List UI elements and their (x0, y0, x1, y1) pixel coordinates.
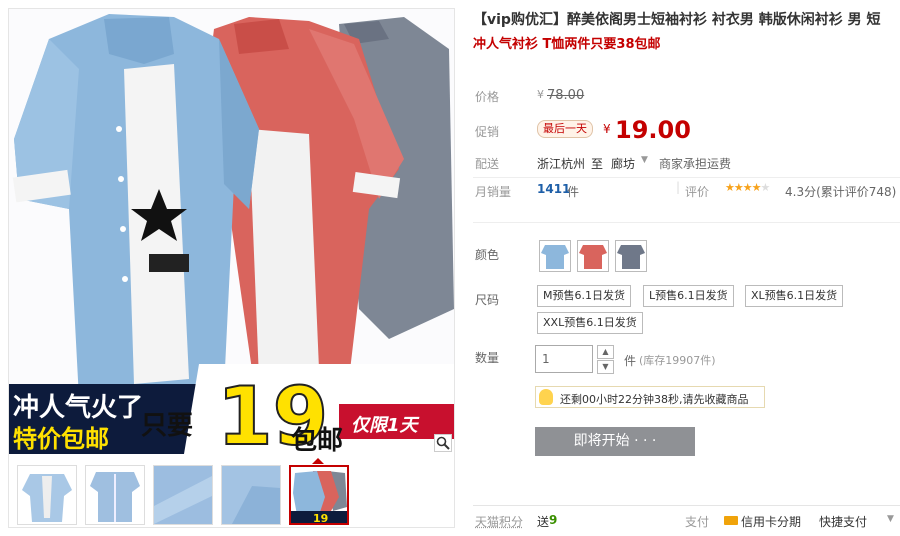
credit-card-icon (724, 516, 738, 525)
rating-text[interactable]: 4.3分(累计评价748) (785, 183, 896, 200)
points-value: 9 (549, 513, 558, 527)
sales-unit: 件 (567, 185, 580, 199)
color-option-blue[interactable] (539, 240, 571, 272)
lightbulb-icon (539, 389, 553, 405)
thumbnail-5[interactable]: 19 (289, 465, 349, 525)
thumbnail-3[interactable] (153, 465, 213, 525)
thumbnail-1[interactable] (17, 465, 77, 525)
banner-only: 只要 (141, 411, 193, 441)
buy-button[interactable]: 即将开始 · · · (535, 427, 695, 456)
shipping-from: 浙江杭州 (537, 157, 586, 171)
magnifier-icon[interactable] (434, 434, 452, 452)
chevron-down-icon[interactable]: ▼ (887, 514, 894, 524)
quantity-label: 数量 (475, 351, 500, 365)
banner-line2: 特价包邮 (13, 425, 109, 453)
original-price: 78.00 (547, 88, 585, 103)
shipping-to-word: 至 (591, 157, 604, 171)
points-prefix: 送 (537, 515, 550, 529)
points-label[interactable]: 天猫积分 (475, 513, 523, 530)
svg-text:19: 19 (313, 512, 328, 523)
banner-shipping: 包邮 (291, 425, 343, 454)
quantity-increase-button[interactable]: ▲ (597, 345, 614, 359)
stock-text: (库存19907件) (639, 354, 716, 367)
size-option-l[interactable]: L预售6.1日发货 (643, 285, 734, 307)
product-subtitle: 冲人气衬衫 T恤两件只要38包邮 (473, 37, 661, 52)
sales-label: 月销量 (475, 185, 512, 199)
banner-limited: 仅限1天 (351, 415, 420, 436)
countdown-text: 还剩00小时22分钟38秒,请先收藏商品 (560, 393, 749, 406)
credit-installment[interactable]: 信用卡分期 (741, 513, 801, 530)
size-option-xl[interactable]: XL预售6.1日发货 (745, 285, 844, 307)
shipping-destination[interactable]: 廊坊 (611, 155, 635, 172)
thumbnail-2[interactable] (85, 465, 145, 525)
product-info: 【vip购优汇】醉美依阁男士短袖衬衫 衬衣男 韩版休闲衬衫 男 短 冲人气衬衫 … (473, 8, 900, 529)
product-gallery: 冲人气火了 特价包邮 只要 19 包邮 仅限1天 19 (8, 8, 455, 528)
rating-label: 评价 (685, 185, 710, 199)
color-option-red[interactable] (577, 240, 609, 272)
shipping-label: 配送 (475, 157, 500, 171)
promo-label: 促销 (475, 125, 500, 139)
thumbnail-4[interactable] (221, 465, 281, 525)
quantity-decrease-button[interactable]: ▼ (597, 360, 614, 374)
footer-row: 天猫积分 送 9 支付 信用卡分期 快捷支付 ▼ (473, 505, 900, 529)
banner-line1: 冲人气火了 (13, 392, 143, 423)
sales-count: 1411 (537, 182, 571, 196)
separator: | (676, 180, 681, 194)
pay-label: 支付 (685, 515, 710, 529)
selected-thumb-indicator (312, 458, 324, 464)
quantity-unit: 件 (624, 354, 637, 368)
chevron-down-icon[interactable]: ▼ (641, 155, 648, 165)
rating-stars: ★★★★★ (725, 181, 770, 194)
price-label: 价格 (475, 90, 500, 104)
shipping-fee: 商家承担运费 (659, 157, 732, 171)
divider (473, 222, 900, 223)
product-title: 【vip购优汇】醉美依阁男士短袖衬衫 衬衣男 韩版休闲衬衫 男 短 (473, 12, 881, 28)
size-option-xxl[interactable]: XXL预售6.1日发货 (537, 312, 643, 334)
size-label: 尺码 (475, 293, 500, 307)
current-currency: ¥ (603, 122, 611, 136)
original-currency: ¥ (537, 88, 544, 101)
main-product-image[interactable]: 冲人气火了 特价包邮 只要 19 包邮 仅限1天 (9, 9, 454, 454)
quantity-input[interactable]: 1 (535, 345, 593, 373)
size-option-m[interactable]: M预售6.1日发货 (537, 285, 631, 307)
express-pay[interactable]: 快捷支付 (819, 513, 867, 530)
product-photo: 冲人气火了 特价包邮 只要 19 包邮 仅限1天 (9, 9, 454, 454)
countdown-tip: 还剩00小时22分钟38秒,请先收藏商品 (535, 386, 765, 408)
current-price: 19.00 (615, 116, 691, 144)
color-option-grey[interactable] (615, 240, 647, 272)
divider (473, 177, 900, 178)
color-label: 颜色 (475, 248, 500, 262)
promo-tag: 最后一天 (537, 120, 593, 138)
